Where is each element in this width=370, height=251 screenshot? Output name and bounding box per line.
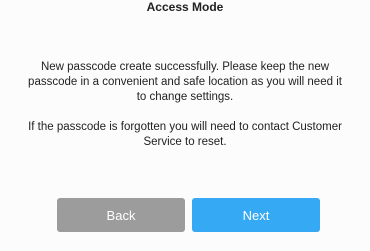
page-title: Access Mode xyxy=(146,0,224,14)
back-button[interactable]: Back xyxy=(57,198,185,232)
forgotten-passcode-paragraph: If the passcode is forgotten you will ne… xyxy=(28,121,342,148)
next-button-label: Next xyxy=(242,207,270,223)
success-paragraph: New passcode create successfully. Please… xyxy=(28,61,342,103)
confirmation-message: New passcode create successfully. Please… xyxy=(24,60,346,150)
access-mode-screen: Access Mode New passcode create successf… xyxy=(0,0,370,251)
next-button[interactable]: Next xyxy=(192,198,320,232)
back-button-label: Back xyxy=(106,207,136,223)
